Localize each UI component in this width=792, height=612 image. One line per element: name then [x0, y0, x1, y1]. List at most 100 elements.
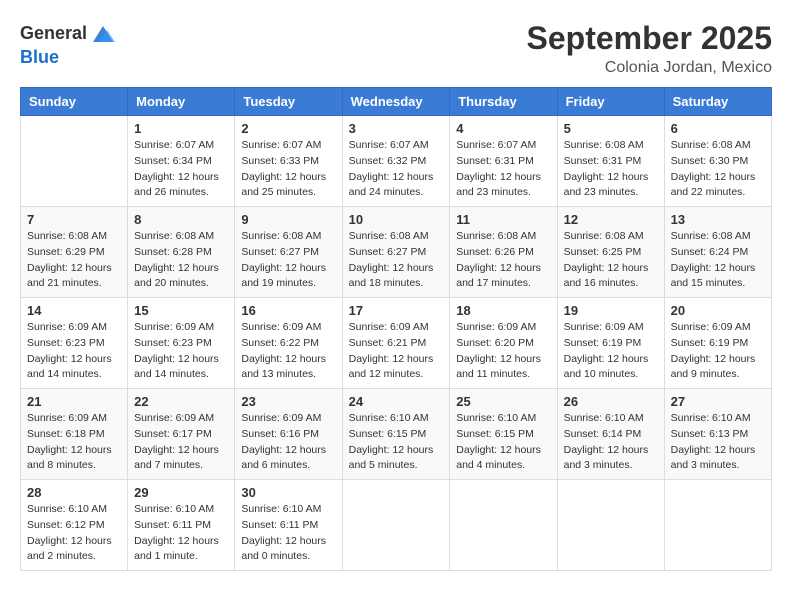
day-number: 24 [349, 394, 444, 409]
calendar-day-cell [664, 480, 771, 571]
day-number: 17 [349, 303, 444, 318]
day-number: 23 [241, 394, 335, 409]
weekday-header-monday: Monday [128, 88, 235, 116]
weekday-header-saturday: Saturday [664, 88, 771, 116]
day-number: 8 [134, 212, 228, 227]
weekday-header-tuesday: Tuesday [235, 88, 342, 116]
day-info: Sunrise: 6:10 AMSunset: 6:15 PMDaylight:… [456, 411, 550, 474]
day-number: 6 [671, 121, 765, 136]
calendar-day-cell [342, 480, 450, 571]
calendar-day-cell: 1 Sunrise: 6:07 AMSunset: 6:34 PMDayligh… [128, 116, 235, 207]
calendar-week-row: 1 Sunrise: 6:07 AMSunset: 6:34 PMDayligh… [21, 116, 772, 207]
day-number: 5 [564, 121, 658, 136]
calendar-day-cell: 29 Sunrise: 6:10 AMSunset: 6:11 PMDaylig… [128, 480, 235, 571]
day-number: 29 [134, 485, 228, 500]
day-info: Sunrise: 6:09 AMSunset: 6:22 PMDaylight:… [241, 320, 335, 383]
day-info: Sunrise: 6:08 AMSunset: 6:31 PMDaylight:… [564, 138, 658, 201]
day-number: 18 [456, 303, 550, 318]
day-number: 21 [27, 394, 121, 409]
logo-icon [89, 20, 117, 48]
day-info: Sunrise: 6:08 AMSunset: 6:24 PMDaylight:… [671, 229, 765, 292]
calendar-day-cell: 23 Sunrise: 6:09 AMSunset: 6:16 PMDaylig… [235, 389, 342, 480]
calendar-day-cell: 16 Sunrise: 6:09 AMSunset: 6:22 PMDaylig… [235, 298, 342, 389]
logo-blue: Blue [20, 48, 59, 68]
day-info: Sunrise: 6:09 AMSunset: 6:19 PMDaylight:… [564, 320, 658, 383]
day-info: Sunrise: 6:07 AMSunset: 6:34 PMDaylight:… [134, 138, 228, 201]
day-number: 28 [27, 485, 121, 500]
calendar-day-cell [21, 116, 128, 207]
day-info: Sunrise: 6:10 AMSunset: 6:12 PMDaylight:… [27, 502, 121, 565]
calendar-day-cell: 3 Sunrise: 6:07 AMSunset: 6:32 PMDayligh… [342, 116, 450, 207]
calendar-day-cell [557, 480, 664, 571]
calendar-week-row: 14 Sunrise: 6:09 AMSunset: 6:23 PMDaylig… [21, 298, 772, 389]
weekday-header-sunday: Sunday [21, 88, 128, 116]
day-number: 30 [241, 485, 335, 500]
day-info: Sunrise: 6:10 AMSunset: 6:15 PMDaylight:… [349, 411, 444, 474]
day-number: 9 [241, 212, 335, 227]
calendar-day-cell: 10 Sunrise: 6:08 AMSunset: 6:27 PMDaylig… [342, 207, 450, 298]
day-info: Sunrise: 6:07 AMSunset: 6:32 PMDaylight:… [349, 138, 444, 201]
day-info: Sunrise: 6:07 AMSunset: 6:31 PMDaylight:… [456, 138, 550, 201]
day-number: 13 [671, 212, 765, 227]
logo-general: General [20, 24, 87, 44]
weekday-header-row: SundayMondayTuesdayWednesdayThursdayFrid… [21, 88, 772, 116]
day-info: Sunrise: 6:09 AMSunset: 6:20 PMDaylight:… [456, 320, 550, 383]
calendar-day-cell: 6 Sunrise: 6:08 AMSunset: 6:30 PMDayligh… [664, 116, 771, 207]
calendar-day-cell: 13 Sunrise: 6:08 AMSunset: 6:24 PMDaylig… [664, 207, 771, 298]
calendar-day-cell: 17 Sunrise: 6:09 AMSunset: 6:21 PMDaylig… [342, 298, 450, 389]
calendar-day-cell: 8 Sunrise: 6:08 AMSunset: 6:28 PMDayligh… [128, 207, 235, 298]
day-number: 11 [456, 212, 550, 227]
day-number: 10 [349, 212, 444, 227]
calendar-day-cell: 7 Sunrise: 6:08 AMSunset: 6:29 PMDayligh… [21, 207, 128, 298]
day-info: Sunrise: 6:10 AMSunset: 6:14 PMDaylight:… [564, 411, 658, 474]
day-number: 2 [241, 121, 335, 136]
calendar-day-cell: 26 Sunrise: 6:10 AMSunset: 6:14 PMDaylig… [557, 389, 664, 480]
weekday-header-wednesday: Wednesday [342, 88, 450, 116]
calendar-week-row: 28 Sunrise: 6:10 AMSunset: 6:12 PMDaylig… [21, 480, 772, 571]
calendar-day-cell [450, 480, 557, 571]
day-number: 22 [134, 394, 228, 409]
weekday-header-friday: Friday [557, 88, 664, 116]
day-number: 19 [564, 303, 658, 318]
weekday-header-thursday: Thursday [450, 88, 557, 116]
calendar-day-cell: 20 Sunrise: 6:09 AMSunset: 6:19 PMDaylig… [664, 298, 771, 389]
calendar-day-cell: 9 Sunrise: 6:08 AMSunset: 6:27 PMDayligh… [235, 207, 342, 298]
day-info: Sunrise: 6:09 AMSunset: 6:23 PMDaylight:… [27, 320, 121, 383]
day-number: 3 [349, 121, 444, 136]
day-info: Sunrise: 6:07 AMSunset: 6:33 PMDaylight:… [241, 138, 335, 201]
day-number: 25 [456, 394, 550, 409]
day-info: Sunrise: 6:08 AMSunset: 6:30 PMDaylight:… [671, 138, 765, 201]
day-info: Sunrise: 6:09 AMSunset: 6:19 PMDaylight:… [671, 320, 765, 383]
day-number: 26 [564, 394, 658, 409]
day-number: 1 [134, 121, 228, 136]
location-title: Colonia Jordan, Mexico [527, 59, 772, 77]
day-info: Sunrise: 6:09 AMSunset: 6:21 PMDaylight:… [349, 320, 444, 383]
day-info: Sunrise: 6:10 AMSunset: 6:11 PMDaylight:… [241, 502, 335, 565]
day-number: 16 [241, 303, 335, 318]
title-section: September 2025 Colonia Jordan, Mexico [527, 20, 772, 77]
day-info: Sunrise: 6:09 AMSunset: 6:23 PMDaylight:… [134, 320, 228, 383]
calendar-week-row: 21 Sunrise: 6:09 AMSunset: 6:18 PMDaylig… [21, 389, 772, 480]
calendar-day-cell: 15 Sunrise: 6:09 AMSunset: 6:23 PMDaylig… [128, 298, 235, 389]
day-info: Sunrise: 6:10 AMSunset: 6:13 PMDaylight:… [671, 411, 765, 474]
day-info: Sunrise: 6:08 AMSunset: 6:27 PMDaylight:… [241, 229, 335, 292]
day-number: 15 [134, 303, 228, 318]
page-header: General Blue September 2025 Colonia Jord… [20, 20, 772, 77]
calendar-day-cell: 30 Sunrise: 6:10 AMSunset: 6:11 PMDaylig… [235, 480, 342, 571]
calendar-day-cell: 2 Sunrise: 6:07 AMSunset: 6:33 PMDayligh… [235, 116, 342, 207]
day-number: 27 [671, 394, 765, 409]
day-info: Sunrise: 6:09 AMSunset: 6:18 PMDaylight:… [27, 411, 121, 474]
day-info: Sunrise: 6:08 AMSunset: 6:26 PMDaylight:… [456, 229, 550, 292]
calendar-day-cell: 14 Sunrise: 6:09 AMSunset: 6:23 PMDaylig… [21, 298, 128, 389]
calendar-day-cell: 12 Sunrise: 6:08 AMSunset: 6:25 PMDaylig… [557, 207, 664, 298]
calendar-day-cell: 11 Sunrise: 6:08 AMSunset: 6:26 PMDaylig… [450, 207, 557, 298]
day-info: Sunrise: 6:08 AMSunset: 6:29 PMDaylight:… [27, 229, 121, 292]
day-info: Sunrise: 6:09 AMSunset: 6:17 PMDaylight:… [134, 411, 228, 474]
day-info: Sunrise: 6:08 AMSunset: 6:28 PMDaylight:… [134, 229, 228, 292]
calendar-day-cell: 22 Sunrise: 6:09 AMSunset: 6:17 PMDaylig… [128, 389, 235, 480]
calendar-table: SundayMondayTuesdayWednesdayThursdayFrid… [20, 87, 772, 571]
day-info: Sunrise: 6:10 AMSunset: 6:11 PMDaylight:… [134, 502, 228, 565]
day-info: Sunrise: 6:08 AMSunset: 6:25 PMDaylight:… [564, 229, 658, 292]
day-number: 4 [456, 121, 550, 136]
day-number: 20 [671, 303, 765, 318]
